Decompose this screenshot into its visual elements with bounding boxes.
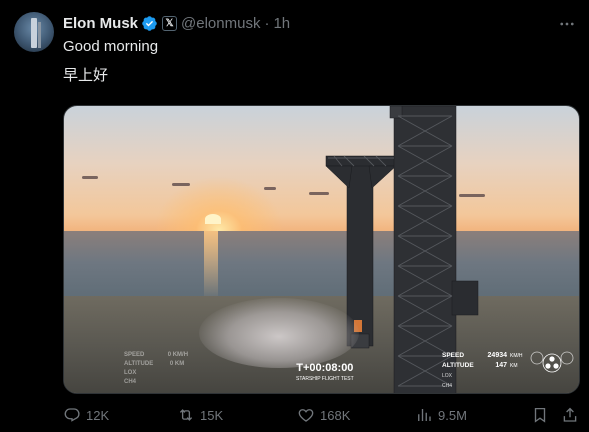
share-icon: [563, 407, 577, 422]
like-icon: [298, 409, 314, 422]
hud-timer: T+00:08:00: [296, 362, 354, 374]
reply-icon: [64, 408, 80, 422]
hud-ch4: CH4: [442, 383, 453, 389]
hud-left-panel: SPEED 0 KM/H ALTITUDE 0 KM LOX CH4: [124, 351, 188, 387]
views-count: 9.5M: [438, 407, 467, 423]
repost-button[interactable]: 15K: [177, 405, 223, 425]
hud-speed-label: SPEED: [124, 352, 145, 358]
like-button[interactable]: 168K: [297, 405, 350, 425]
verified-badge-icon[interactable]: [141, 15, 158, 32]
separator-dot: ·: [264, 14, 270, 32]
hud-speed-unit: KM/H: [510, 353, 523, 359]
reply-count: 12K: [86, 407, 110, 423]
hud-right-panel: SPEED 24934 KM/H ALTITUDE 147 KM LOX CH4: [442, 351, 523, 391]
post-text-line1: Good morning: [63, 38, 159, 55]
repost-icon: [179, 409, 193, 421]
hud-altitude-label-right: ALTITUDE: [442, 362, 474, 369]
action-bar: 12K 15K 168K 9.5M: [63, 405, 581, 425]
bookmark-button[interactable]: [531, 405, 549, 425]
bookmark-icon: [534, 407, 546, 423]
like-count: 168K: [320, 407, 351, 423]
hud-lox: LOX: [442, 373, 453, 379]
hud-speed-value-left: 0 KM/H: [167, 352, 189, 358]
post-text-line2: 早上好: [63, 66, 109, 84]
hud-center-panel: T+00:08:00 STARSHIP FLIGHT TEST: [296, 362, 354, 382]
views-button[interactable]: 9.5M: [415, 405, 467, 425]
hud-altitude-unit: KM: [510, 363, 518, 369]
hud-speed-value: 24934: [487, 352, 507, 359]
tweet-header: Elon Musk 𝕏 @elonmusk · 1h: [63, 14, 290, 32]
hud-altitude-value-left: 0 KM: [169, 361, 185, 367]
hud-ch4-label: CH4: [124, 379, 137, 385]
hud-subtitle: STARSHIP FLIGHT TEST: [296, 376, 354, 382]
reply-button[interactable]: 12K: [63, 405, 109, 425]
repost-count: 15K: [200, 407, 224, 423]
avatar-tower: [31, 18, 37, 48]
share-button[interactable]: [561, 405, 579, 425]
views-icon: [418, 409, 431, 421]
author-handle[interactable]: @elonmusk: [181, 15, 260, 32]
affiliate-badge[interactable]: 𝕏: [162, 15, 178, 31]
hud-engine-status-icon: [530, 351, 574, 373]
post-video[interactable]: SPEED 0 KM/H ALTITUDE 0 KM LOX CH4 T+00:…: [63, 105, 580, 394]
hud-lox-label: LOX: [124, 370, 137, 376]
author-name[interactable]: Elon Musk: [63, 15, 138, 32]
avatar[interactable]: [14, 12, 54, 52]
hud-altitude-value: 147: [495, 362, 507, 369]
tweet[interactable]: Elon Musk 𝕏 @elonmusk · 1h Good morning …: [0, 0, 589, 432]
more-icon[interactable]: [557, 14, 577, 34]
avatar-tower-2: [38, 22, 41, 48]
post-time[interactable]: 1h: [273, 15, 290, 32]
hud-speed-label-right: SPEED: [442, 352, 465, 359]
hud-altitude-label: ALTITUDE: [124, 361, 154, 367]
launch-smoke: [199, 298, 359, 368]
